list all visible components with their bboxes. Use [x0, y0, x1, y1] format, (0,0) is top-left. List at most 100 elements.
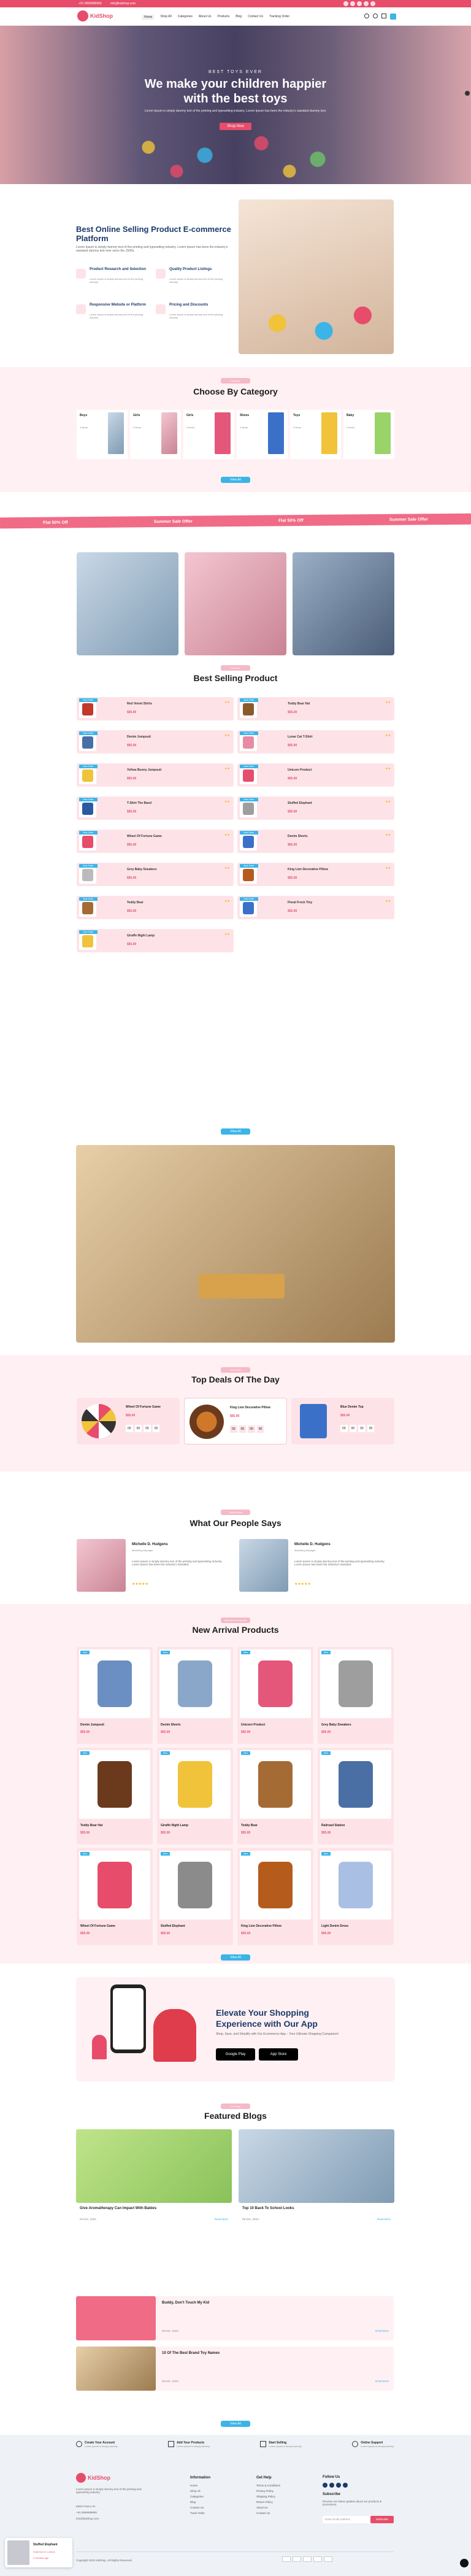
blog-row[interactable]: Buddy, Don't Touch My Kid 05 Dec, 2023 R…: [76, 2296, 394, 2340]
blog-row[interactable]: 10 Of The Best Brand Toy Names 05 Dec, 2…: [76, 2347, 394, 2391]
product-name[interactable]: Denim Jumpsuit: [80, 1723, 104, 1727]
arrival-card[interactable]: New Light Denim Dress $55.00: [318, 1848, 394, 1945]
product-card[interactable]: Best Seller Red Velvet Shirts $55.00 ★★: [77, 697, 234, 720]
product-name[interactable]: Railroad Station: [321, 1824, 345, 1827]
subscribe-button[interactable]: Subscribe: [370, 2516, 394, 2523]
category-card[interactable]: Girls 4 Items: [130, 410, 181, 459]
arrival-card[interactable]: New Giraffe Night Lamp $55.00: [157, 1748, 233, 1845]
product-card[interactable]: Best Seller King Lion Decorative Pillow $5…: [237, 863, 394, 886]
footer-email[interactable]: info@kidshop.com: [76, 2517, 99, 2520]
nav-about[interactable]: About Us: [199, 15, 212, 20]
nav-shop-all[interactable]: Shop All: [160, 15, 171, 20]
arrival-card[interactable]: New King Lion Decorative Pillow $55.00: [237, 1848, 313, 1945]
product-name[interactable]: Teddy Bear Hat: [80, 1824, 102, 1827]
youtube-icon[interactable]: [343, 2483, 348, 2488]
product-name[interactable]: Light Denim Dress: [321, 1924, 348, 1928]
product-name[interactable]: King Lion Decorative Pillow: [288, 868, 328, 871]
product-card[interactable]: Best Seller Grey Baby Sneakers $55.00 ★★: [77, 863, 234, 886]
product-name[interactable]: Grey Baby Sneakers: [321, 1723, 351, 1727]
deal-card[interactable]: Blue Denim Top $55.00 00 00 00 00: [291, 1398, 394, 1444]
scroll-edge-icon[interactable]: [465, 91, 470, 96]
product-name[interactable]: Denim Shorts: [161, 1723, 181, 1727]
product-name[interactable]: Denim Shorts: [288, 835, 308, 838]
category-card[interactable]: Boys 4 Items: [77, 410, 128, 459]
product-name[interactable]: Grey Baby Sneakers: [127, 868, 157, 871]
product-card[interactable]: Best Seller Teddy Bear $55.00 ★★: [77, 896, 234, 919]
social-icon[interactable]: [364, 1, 369, 6]
app-store-button[interactable]: App Store: [259, 2048, 298, 2061]
product-name[interactable]: Unicorn Product: [241, 1723, 265, 1727]
product-card[interactable]: Best Seller Giraffe Night Lamp $55.00 ★★: [77, 929, 234, 952]
topbar-phone[interactable]: +91 9999999999: [78, 2, 102, 6]
product-card[interactable]: Best Seller Floral Frock Tiny $55.00 ★★: [237, 896, 394, 919]
product-card[interactable]: Best Seller Teddy Bear Hat $55.00 ★★: [237, 697, 394, 720]
product-name[interactable]: Wheel Of Fortune Game: [80, 1924, 115, 1928]
product-card[interactable]: Best Seller Lunar Cat T-Shirt $55.00 ★★: [237, 730, 394, 754]
product-name[interactable]: Yellow Bunny Jumpsuit: [127, 768, 161, 772]
product-name[interactable]: King Lion Decorative Pillow: [241, 1924, 281, 1928]
arrival-card[interactable]: New Denim Jumpsuit $55.00: [77, 1647, 153, 1744]
arrival-card[interactable]: New Teddy Bear Hat $55.00: [77, 1748, 153, 1845]
nav-home[interactable]: Home: [142, 15, 155, 20]
category-card[interactable]: Toys 4 Items: [290, 410, 341, 459]
deal-card[interactable]: King Lion Decorative Pillow $55.00 00 00 0…: [184, 1398, 287, 1444]
footer-logo[interactable]: KidShop: [76, 2473, 110, 2483]
cart-icon[interactable]: [381, 13, 386, 18]
product-name[interactable]: Teddy Bear: [127, 901, 144, 904]
social-icon[interactable]: [343, 1, 348, 6]
sales-popup[interactable]: Stuffed Elephant Someone in London 2 min…: [5, 2538, 72, 2567]
product-card[interactable]: Best Seller Stuffed Elephant $55.00 ★★: [237, 796, 394, 820]
product-name[interactable]: Stuffed Elephant: [288, 801, 312, 805]
promo-photo-girl[interactable]: [185, 552, 286, 655]
product-card[interactable]: Best Seller Denim Shorts $55.00 ★★: [237, 830, 394, 853]
arrival-card[interactable]: New Unicorn Product $55.00: [237, 1647, 313, 1744]
blog-card[interactable]: Give Aromatherapy Can Impact With Babies…: [76, 2129, 232, 2226]
product-card[interactable]: Best Seller Denim Jumpsuit $55.00 ★★: [77, 730, 234, 754]
product-name[interactable]: Stuffed Elephant: [161, 1924, 185, 1928]
promo-photo-child[interactable]: [293, 552, 394, 655]
google-play-button[interactable]: Google Play: [216, 2048, 255, 2061]
arrival-card[interactable]: New Stuffed Elephant $55.00: [157, 1848, 233, 1945]
product-name[interactable]: Wheel Of Fortune Game: [127, 835, 162, 838]
product-name[interactable]: Lunar Cat T-Shirt: [288, 735, 313, 739]
nav-products[interactable]: Products: [217, 15, 229, 20]
product-name[interactable]: Teddy Bear: [241, 1824, 258, 1827]
product-name[interactable]: Denim Jumpsuit: [127, 735, 151, 739]
user-icon[interactable]: [373, 13, 378, 18]
deal-card[interactable]: Wheel Of Fortune Game $55.00 00 00 00 00: [77, 1398, 180, 1444]
product-name[interactable]: Red Velvet Shirts: [127, 702, 152, 706]
arrival-card[interactable]: New Wheel Of Fortune Game $55.00: [77, 1848, 153, 1945]
subscribe-input[interactable]: Enter Email Address Subscribe: [323, 2516, 394, 2523]
facebook-icon[interactable]: [323, 2483, 327, 2488]
arrival-card[interactable]: New Teddy Bear $55.00: [237, 1748, 313, 1845]
nav-blog[interactable]: Blog: [236, 15, 242, 20]
product-card[interactable]: Best Seller Unicorn Product $55.00 ★★: [237, 763, 394, 787]
category-card[interactable]: Baby 4 Items: [343, 410, 394, 459]
category-card[interactable]: Girls 4 Items: [183, 410, 234, 459]
product-card[interactable]: Best Seller Yellow Bunny Jumpsuit $55.00 ★★: [77, 763, 234, 787]
product-name[interactable]: T-Shirt The Band: [127, 801, 151, 805]
nav-contact[interactable]: Contact Us: [248, 15, 263, 20]
search-icon[interactable]: [364, 13, 369, 18]
product-name[interactable]: Giraffe Night Lamp: [127, 934, 155, 938]
logo[interactable]: KidShop: [77, 10, 113, 21]
twitter-icon[interactable]: [329, 2483, 334, 2488]
product-name[interactable]: Floral Frock Tiny: [288, 901, 312, 904]
category-card[interactable]: Shoes 4 Items: [237, 410, 288, 459]
promo-photo-boy[interactable]: [77, 552, 178, 655]
product-name[interactable]: Giraffe Night Lamp: [161, 1824, 188, 1827]
social-icon[interactable]: [350, 1, 355, 6]
social-icon[interactable]: [370, 1, 375, 6]
topbar-email[interactable]: info@kidshop.com: [110, 2, 136, 6]
social-icon[interactable]: [357, 1, 362, 6]
product-name[interactable]: Unicorn Product: [288, 768, 312, 772]
whatsapp-icon[interactable]: [460, 2559, 469, 2567]
arrival-card[interactable]: New Grey Baby Sneakers $55.00: [318, 1647, 394, 1744]
product-card[interactable]: Best Seller Wheel Of Fortune Game $55.00 ★★: [77, 830, 234, 853]
hero-shop-button[interactable]: Shop Now: [220, 123, 251, 130]
menu-icon[interactable]: [390, 13, 396, 20]
product-name[interactable]: Teddy Bear Hat: [288, 702, 310, 706]
instagram-icon[interactable]: [336, 2483, 341, 2488]
footer-phone[interactable]: +91 9999999999: [76, 2511, 97, 2514]
blog-card[interactable]: Top 10 Back To School Looks 05 Dec, 2023…: [239, 2129, 394, 2226]
